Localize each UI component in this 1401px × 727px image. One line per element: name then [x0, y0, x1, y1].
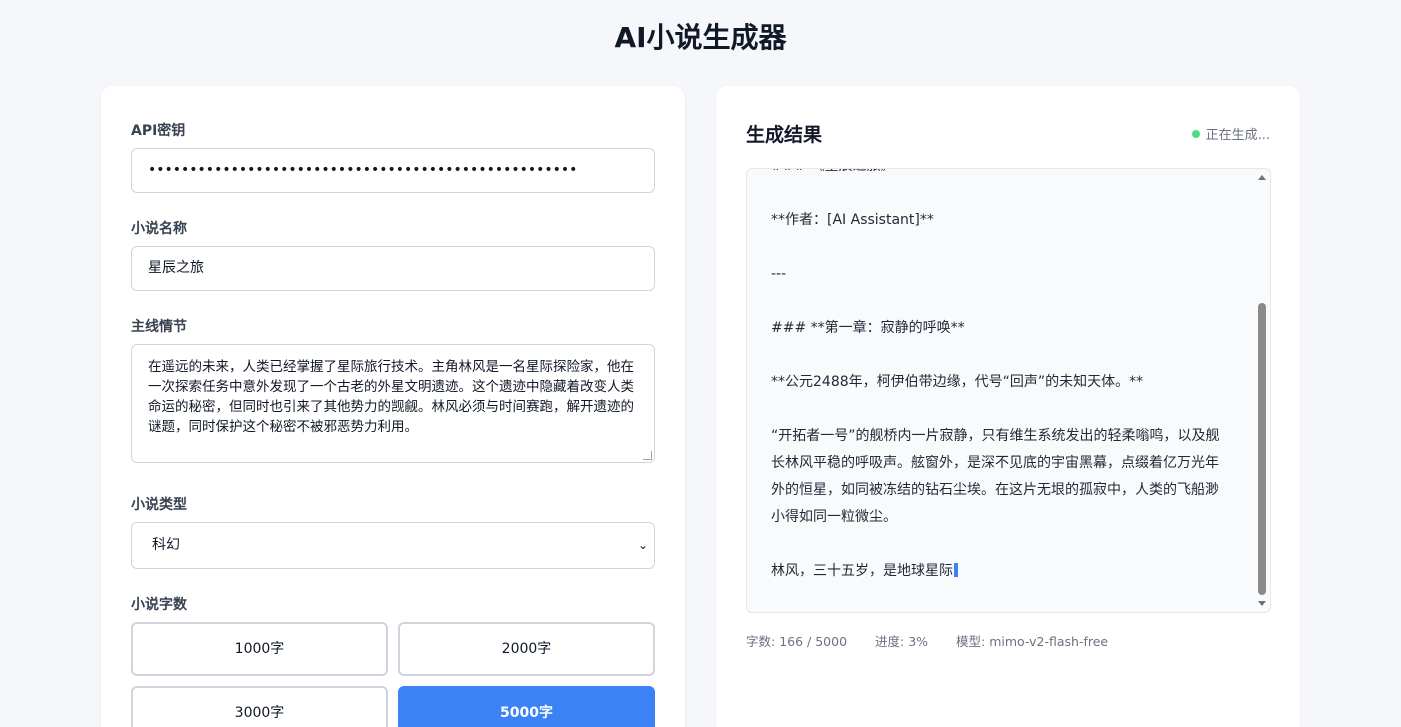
genre-label: 小说类型 [131, 497, 187, 513]
wordcount-option-1000[interactable]: 1000字 [131, 622, 388, 676]
page-title: AI小说生成器 [614, 21, 787, 54]
wordcount-option-5000[interactable]: 5000字 [398, 686, 655, 727]
chevron-down-icon: ⌄ [637, 538, 648, 552]
result-line: ### **第一章：寂静的呼唤** [771, 320, 965, 336]
wordcount-option-2000[interactable]: 2000字 [398, 622, 655, 676]
result-line: ### 《星辰之旅》 [771, 169, 1231, 180]
result-line-last: 林风，三十五岁，是地球星际 [771, 558, 1231, 585]
wordcount-label: 小说字数 [131, 597, 187, 613]
scroll-up-icon[interactable] [1258, 175, 1266, 180]
novel-name-input[interactable]: 星辰之旅 [131, 246, 655, 291]
genre-selected-value: 科幻 [152, 537, 180, 553]
api-key-input[interactable]: ••••••••••••••••••••••••••••••••••••••••… [131, 148, 655, 193]
result-card: 生成结果 正在生成... ### 《星辰之旅》 **作者：[AI Assista… [716, 86, 1300, 727]
scroll-thumb[interactable] [1258, 303, 1266, 595]
result-line: **公元2488年，柯伊伯带边缘，代号“回声”的未知天体。** [771, 374, 1144, 390]
generation-stats: 字数: 166 / 5000 进度: 3% 模型: mimo-v2-flash-… [746, 631, 1108, 650]
generation-status: 正在生成... [1191, 124, 1270, 143]
result-line: “开拓者一号”的舰桥内一片寂静，只有维生系统发出的轻柔嗡鸣，以及舰长林风平稳的呼… [771, 428, 1220, 525]
api-key-label: API密钥 [131, 123, 186, 139]
plot-text: 在遥远的未来，人类已经掌握了星际旅行技术。主角林风是一名星际探险家，他在一次探索… [148, 359, 634, 435]
scroll-down-icon[interactable] [1258, 601, 1266, 606]
model-value: mimo-v2-flash-free [989, 634, 1109, 649]
result-text: ### 《星辰之旅》 **作者：[AI Assistant]** --- ###… [771, 169, 1231, 585]
result-line: **作者：[AI Assistant]** [771, 212, 934, 228]
model-label: 模型: [956, 634, 986, 649]
result-output[interactable]: ### 《星辰之旅》 **作者：[AI Assistant]** --- ###… [746, 168, 1271, 613]
progress-value: 3% [908, 634, 929, 649]
typing-cursor [954, 563, 958, 577]
result-title: 生成结果 [746, 124, 823, 146]
words-label: 字数: [746, 634, 776, 649]
status-text: 正在生成... [1205, 128, 1270, 143]
settings-card: API密钥 ••••••••••••••••••••••••••••••••••… [101, 86, 685, 727]
words-value: 166 / 5000 [779, 634, 848, 649]
novel-name-label: 小说名称 [131, 221, 187, 237]
plot-textarea[interactable]: 在遥远的未来，人类已经掌握了星际旅行技术。主角林风是一名星际探险家，他在一次探索… [131, 344, 655, 463]
status-dot-icon [1191, 130, 1200, 138]
genre-select[interactable]: 科幻 ⌄ [131, 522, 655, 569]
output-scrollbar[interactable] [1254, 169, 1270, 612]
progress-label: 进度: [875, 634, 905, 649]
plot-label: 主线情节 [131, 319, 187, 335]
wordcount-option-3000[interactable]: 3000字 [131, 686, 388, 727]
result-line: 林风，三十五岁，是地球星际 [771, 563, 953, 579]
resize-grip-icon[interactable] [643, 451, 652, 460]
result-line: --- [771, 266, 787, 282]
